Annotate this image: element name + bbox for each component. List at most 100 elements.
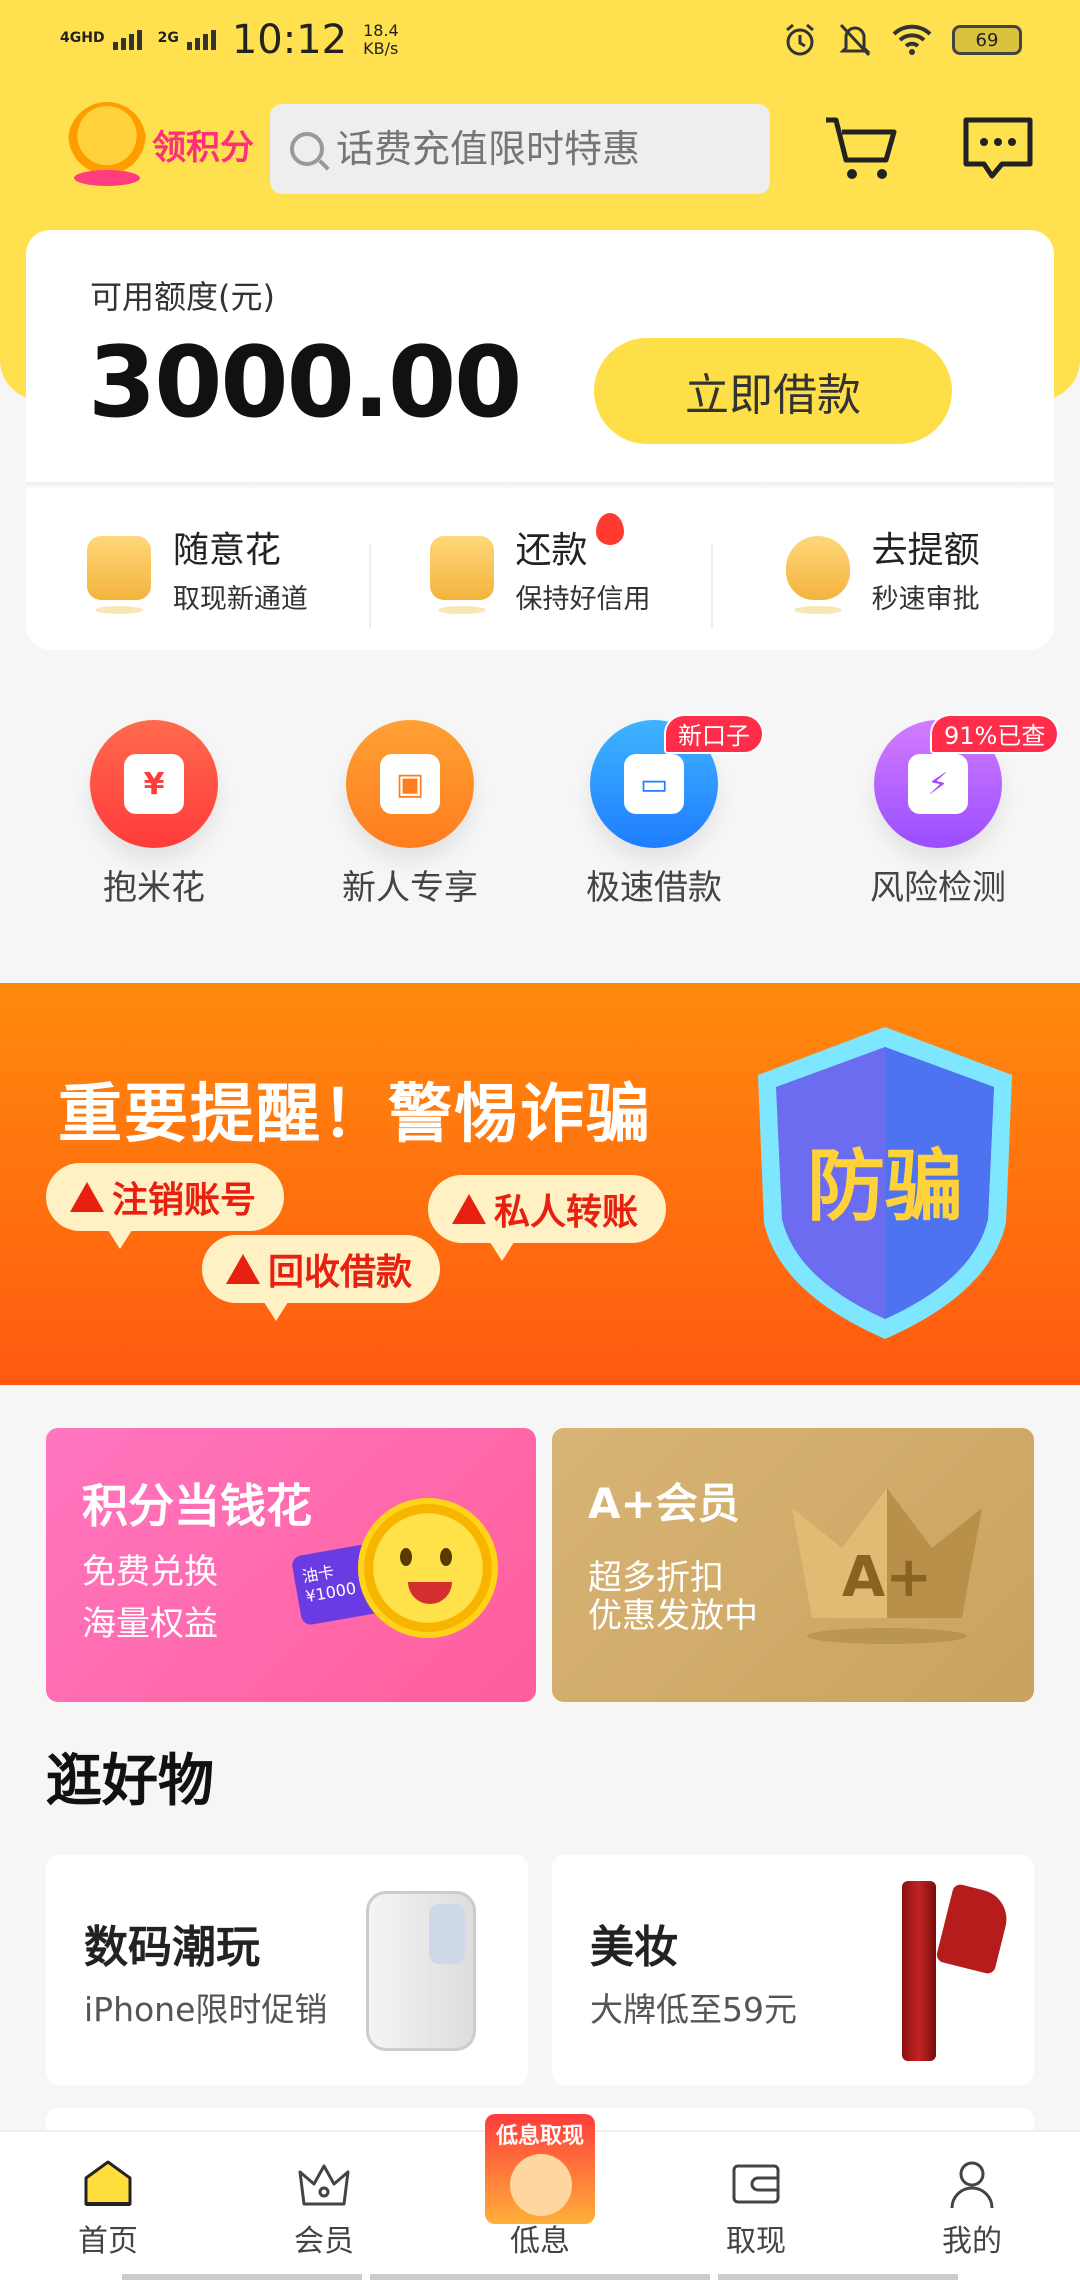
bubble-recycle-loan: 回收借款 [202, 1235, 441, 1321]
earn-points-button[interactable]: 领积分 [68, 102, 254, 186]
goods-card-beauty[interactable]: 美妆 大牌低至59元 [552, 1855, 1034, 2085]
nav-label: 取现 [726, 2224, 786, 2259]
promo-line: 免费兑换 [82, 1552, 218, 1592]
goods-subtitle: 大牌低至59元 [590, 1990, 797, 2029]
quick-action-title: 还款 [515, 529, 588, 571]
section-title: 逛好物 [46, 1749, 214, 1814]
nav-member[interactable]: 会员 [216, 2132, 432, 2280]
hot-icon [595, 512, 624, 545]
nav-mine[interactable]: 我的 [864, 2132, 1080, 2280]
goods-title: 美妆 [590, 1922, 678, 1973]
quick-action-subtitle: 取现新通道 [172, 583, 308, 615]
speed-unit: KB/s [363, 39, 399, 58]
available-credit-amount: 3000.00 [88, 326, 522, 440]
goods-title: 数码潮玩 [84, 1922, 260, 1973]
shield-icon: 防骗 [758, 1027, 1012, 1339]
profile-icon [950, 2161, 994, 2209]
earn-points-label: 领积分 [152, 127, 254, 168]
gesture-bar [0, 2274, 1080, 2280]
message-icon[interactable] [960, 114, 1036, 184]
quick-action-repay[interactable]: 还款 保持好信用 [368, 512, 712, 629]
borrow-now-button[interactable]: 立即借款 [594, 338, 952, 444]
nav-withdraw[interactable]: 取现 [648, 2132, 864, 2280]
lipstick-cap-image [935, 1882, 1013, 1976]
network-type-1: 4GHD [60, 30, 105, 46]
warning-icon [70, 1182, 104, 1212]
promo-line: 海量权益 [82, 1604, 218, 1644]
mute-icon [839, 23, 871, 57]
shield-bolt-icon: ⚡ [908, 754, 968, 814]
service-fast-loan[interactable]: ▭ 新口子 极速借款 [554, 714, 764, 909]
bottom-navigation: 首页 会员 低息取现 低息 取现 我的 [0, 2114, 1080, 2280]
money-bag-icon [785, 536, 850, 614]
service-baomihua[interactable]: ¥ 抱米花 [54, 720, 254, 909]
clock: 10:12 [231, 17, 348, 63]
signal-icon-2: 2G [158, 30, 216, 50]
low-interest-promo-icon: 低息取现 [485, 2114, 595, 2224]
wallet-icon: ▭ [624, 754, 684, 814]
quick-action-subtitle: 秒速审批 [871, 583, 980, 615]
promo-title: A+会员 [588, 1479, 740, 1528]
bubble-text: 私人转账 [494, 1192, 639, 1233]
service-label: 风险检测 [870, 868, 1006, 908]
search-bar[interactable] [270, 104, 770, 194]
nav-low-interest[interactable]: 低息取现 低息 [432, 2114, 648, 2280]
smiling-coin-icon [358, 1498, 498, 1638]
nav-label: 会员 [294, 2224, 354, 2259]
promo-title: 积分当钱花 [82, 1479, 312, 1533]
divider [26, 482, 1054, 490]
crown-nav-icon [298, 2164, 350, 2206]
warning-icon [226, 1254, 260, 1284]
service-newcomer[interactable]: ▣ 新人专享 [310, 720, 510, 909]
service-icon-bg: ¥ [90, 720, 218, 848]
spend-icon [86, 536, 151, 614]
nav-label: 首页 [78, 2224, 138, 2259]
lipstick-image [902, 1881, 936, 2061]
quick-action-raise-limit[interactable]: 去提额 秒速审批 [711, 521, 1054, 629]
top-header: 领积分 [0, 100, 1080, 200]
search-icon [290, 132, 324, 166]
status-bar: 4GHD 2G 10:12 18.4 KB/s 69 [0, 0, 1080, 80]
service-risk-check[interactable]: ⚡ 91%已查 风险检测 [838, 714, 1060, 909]
wallet-nav-icon [732, 2164, 780, 2204]
quick-action-subtitle: 保持好信用 [515, 583, 651, 615]
battery-indicator: 69 [952, 25, 1022, 55]
quick-action-title: 去提额 [871, 529, 980, 571]
anti-fraud-banner[interactable]: 重要提醒！警惕诈骗 注销账号 私人转账 回收借款 防骗 [0, 983, 1080, 1385]
search-input[interactable] [336, 127, 736, 171]
yuan-bag-icon: ¥ [124, 754, 184, 814]
crown-icon: A+ [792, 1488, 982, 1644]
home-icon [84, 2160, 132, 2206]
bubble-text: 注销账号 [112, 1180, 257, 1221]
quick-action-spend[interactable]: 随意花 取现新通道 [26, 521, 369, 616]
service-label: 新人专享 [342, 868, 478, 908]
banner-title: 重要提醒！警惕诈骗 [58, 1078, 652, 1152]
mascot-icon [68, 102, 146, 186]
service-label: 极速借款 [586, 868, 722, 908]
network-speed: 18.4 KB/s [363, 22, 399, 58]
signal-icon: 4GHD [60, 30, 142, 50]
shield-text: 防骗 [807, 1142, 963, 1232]
bubble-text: 回收借款 [268, 1252, 413, 1293]
wifi-icon [892, 24, 932, 55]
warning-icon [452, 1194, 486, 1224]
checked-badge: 91%已查 [930, 714, 1060, 754]
new-badge: 新口子 [664, 714, 764, 754]
nav-label: 我的 [942, 2224, 1002, 2259]
points-promo-card[interactable]: 积分当钱花 免费兑换 海量权益 油卡 ¥1000 [46, 1428, 536, 1702]
available-credit-label: 可用额度(元) [90, 278, 275, 316]
promo-line: 优惠发放中 [588, 1596, 758, 1636]
nav-home[interactable]: 首页 [0, 2132, 216, 2280]
service-grid: ¥ 抱米花 ▣ 新人专享 ▭ 新口子 极速借款 ⚡ 91%已查 风险检测 [0, 714, 1080, 920]
gift-icon: ▣ [380, 754, 440, 814]
goods-card-digital[interactable]: 数码潮玩 iPhone限时促销 [46, 1855, 528, 2085]
cart-icon[interactable] [822, 112, 898, 184]
goods-subtitle: iPhone限时促销 [84, 1990, 328, 2029]
vip-promo-card[interactable]: A+会员 超多折扣 优惠发放中 A+ [552, 1428, 1034, 1702]
repay-icon [429, 536, 494, 614]
network-type-2: 2G [157, 30, 179, 46]
service-icon-bg: ▣ [346, 720, 474, 848]
speed-value: 18.4 [363, 21, 399, 40]
crown-emblem: A+ [842, 1545, 932, 1610]
service-label: 抱米花 [103, 868, 205, 908]
